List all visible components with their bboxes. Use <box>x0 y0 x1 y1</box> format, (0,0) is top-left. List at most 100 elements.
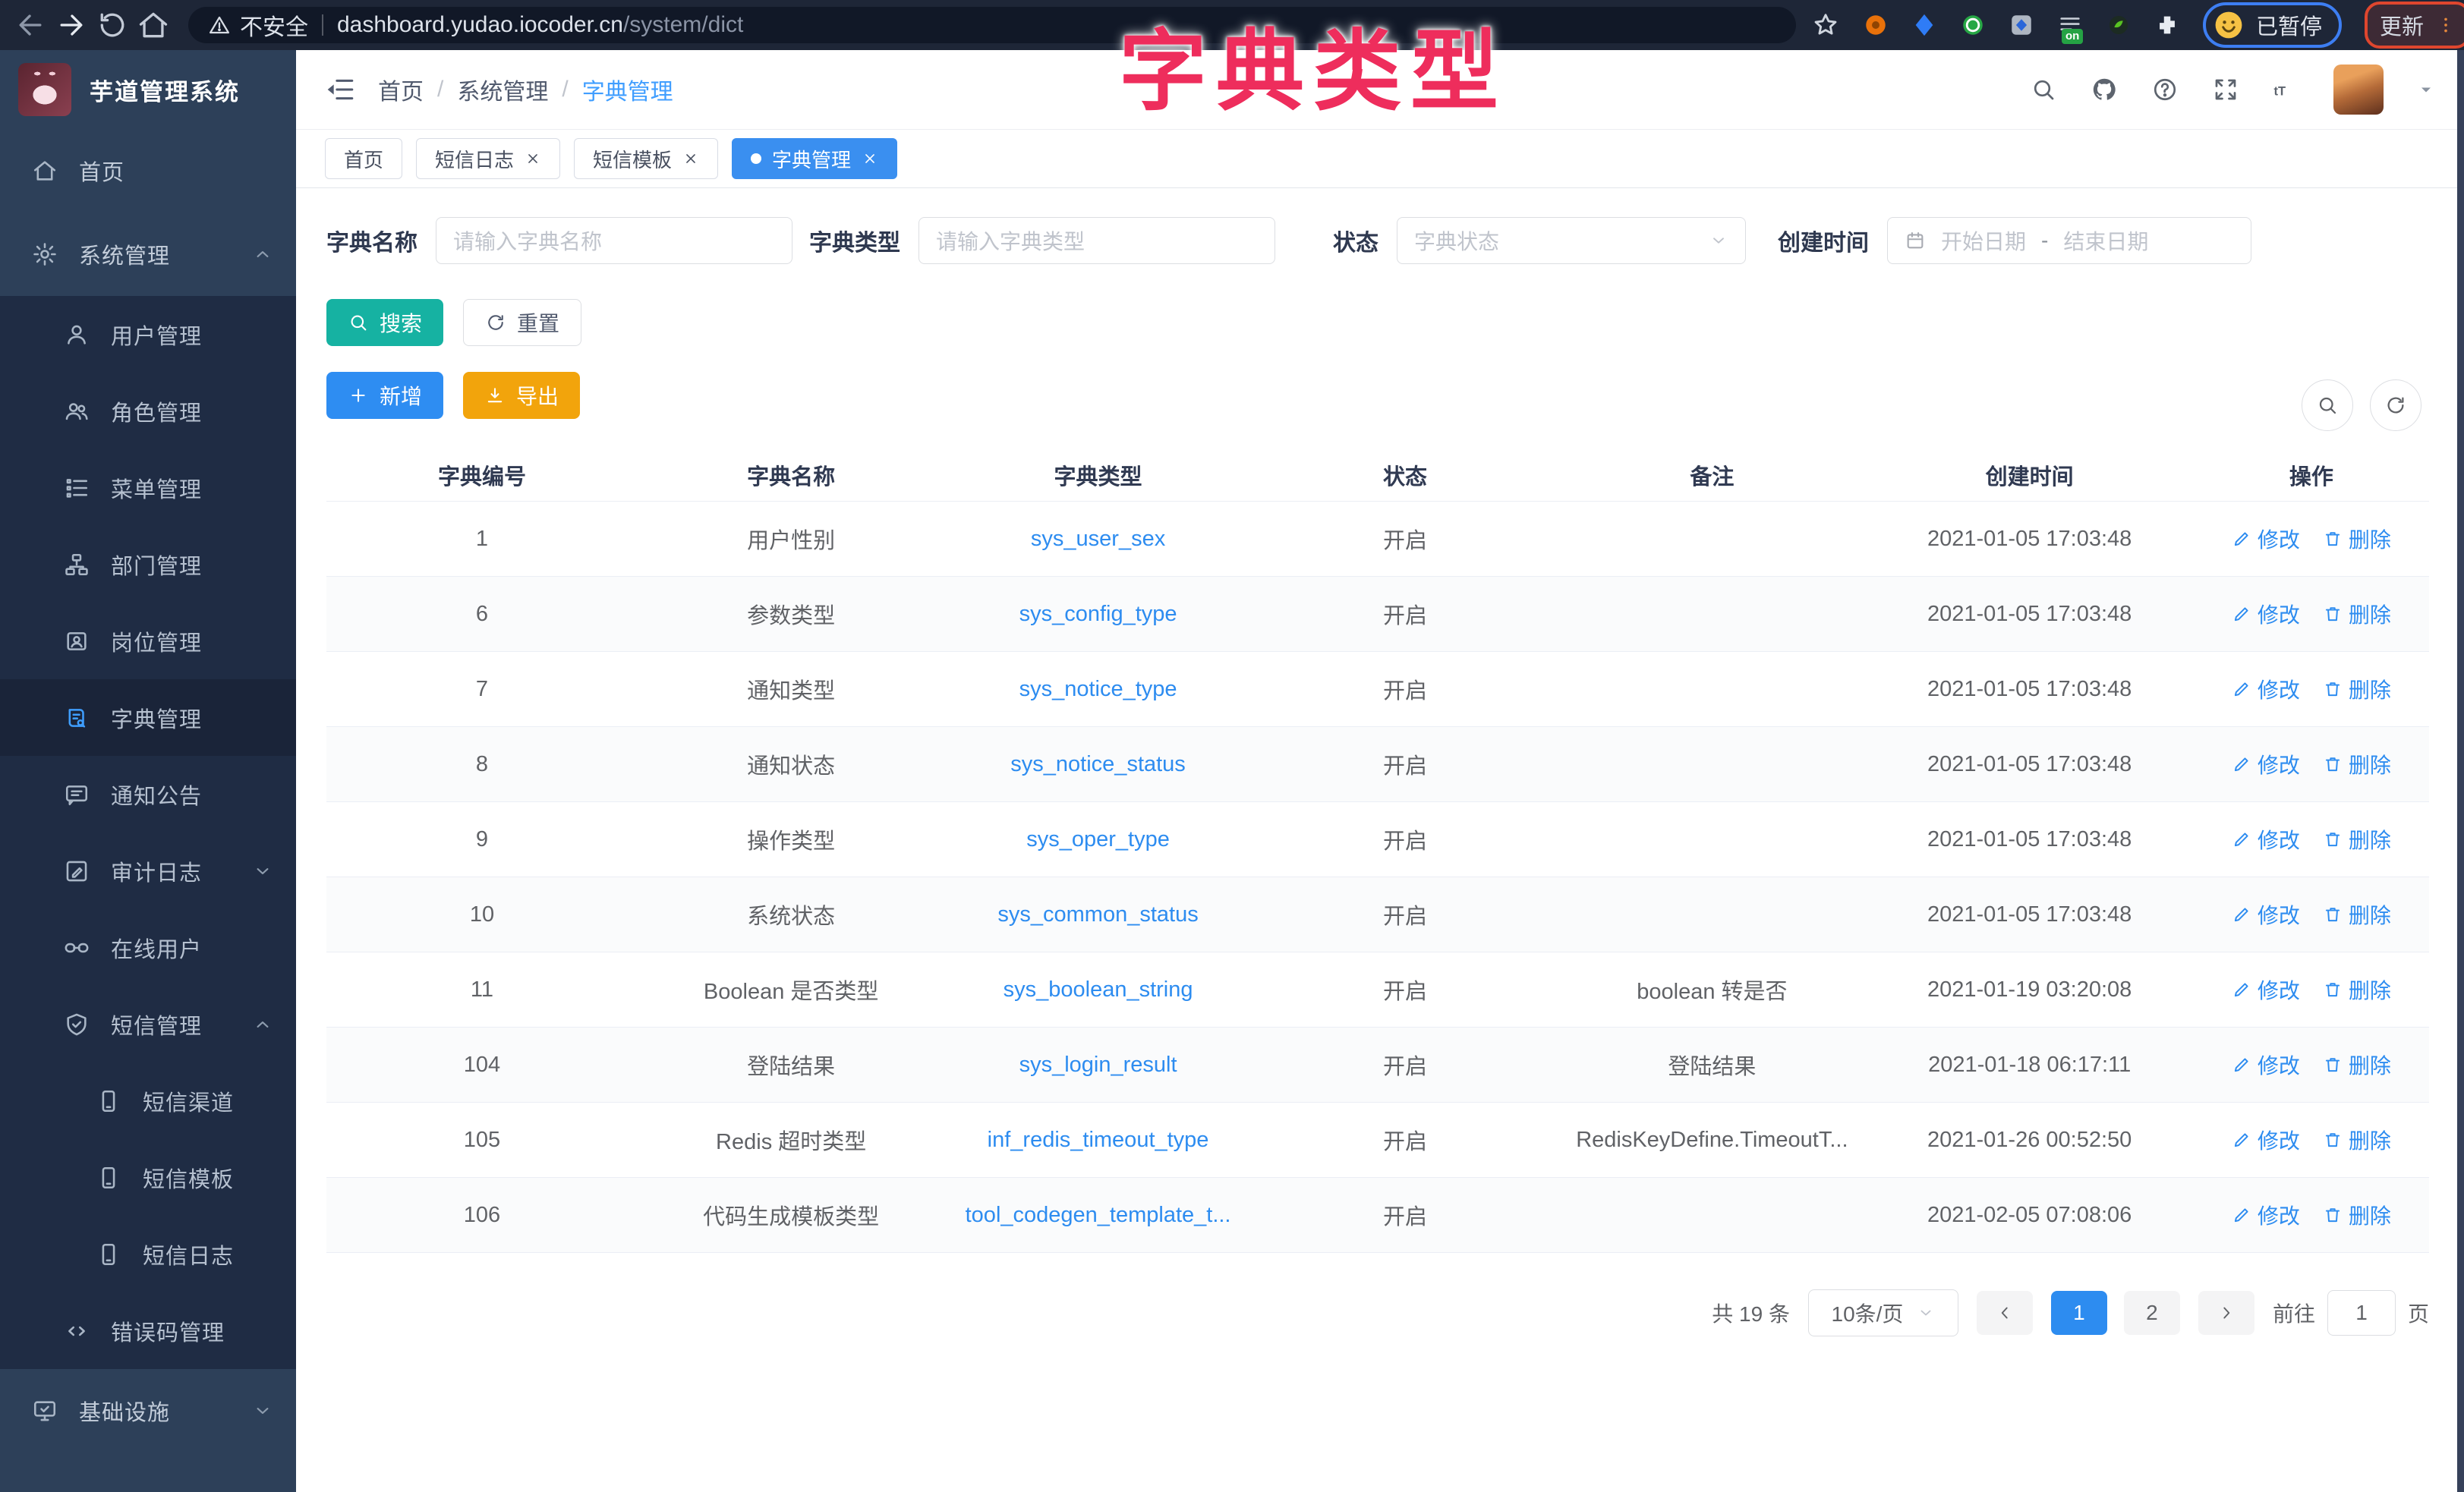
address-bar[interactable]: 不安全 dashboard.yudao.iocoder.cn/system/di… <box>188 7 1796 43</box>
browser-home-icon[interactable] <box>137 8 170 42</box>
sidebar-item-菜单管理[interactable]: 菜单管理 <box>0 449 296 526</box>
browser-profile-chip[interactable]: 已暂停 <box>2203 2 2342 48</box>
sidebar-item-在线用户[interactable]: 在线用户 <box>0 909 296 986</box>
chevron-right-icon <box>2217 1303 2236 1323</box>
sidebar-item-短信日志[interactable]: 短信日志 <box>0 1216 296 1292</box>
sidebar-item-首页[interactable]: 首页 <box>0 129 296 212</box>
sidebar-item-错误码管理[interactable]: 错误码管理 <box>0 1292 296 1369</box>
avatar-caret-icon[interactable] <box>2417 80 2435 99</box>
cell-name: 通知类型 <box>638 652 944 727</box>
edit-pencil-icon <box>2232 905 2251 924</box>
sidebar-item-角色管理[interactable]: 角色管理 <box>0 373 296 449</box>
browser-forward-icon[interactable] <box>55 8 88 42</box>
extension-list-icon[interactable]: on <box>2057 12 2083 38</box>
delete-link[interactable]: 删除 <box>2323 1050 2391 1080</box>
browser-back-icon[interactable] <box>14 8 47 42</box>
extension-green-icon[interactable] <box>1960 12 1986 38</box>
page-button-1[interactable]: 1 <box>2051 1291 2107 1335</box>
sidebar-logo[interactable]: 芋道管理系统 <box>0 50 296 129</box>
help-icon[interactable] <box>2151 76 2179 103</box>
bookmark-star-icon[interactable] <box>1811 11 1840 39</box>
sidebar-item-短信管理[interactable]: 短信管理 <box>0 986 296 1062</box>
prev-page-button[interactable] <box>1977 1291 2033 1335</box>
dict-type-link[interactable]: tool_codegen_template_t... <box>966 1203 1231 1227</box>
kebab-menu-icon[interactable] <box>2436 12 2456 38</box>
font-size-icon[interactable]: tT <box>2273 76 2300 103</box>
goto-page-input[interactable]: 1 <box>2327 1290 2396 1336</box>
fullscreen-icon[interactable] <box>2212 76 2239 103</box>
header-search-icon[interactable] <box>2030 76 2057 103</box>
delete-link[interactable]: 删除 <box>2323 1200 2391 1230</box>
tab-短信模板[interactable]: 短信模板 <box>574 138 718 179</box>
github-icon[interactable] <box>2091 76 2118 103</box>
dict-type-link[interactable]: sys_oper_type <box>1026 827 1170 851</box>
page-content: 字典名称 请输入字典名称 字典类型 请输入字典类型 状态 字典状态 创建时间 开… <box>296 188 2464 1492</box>
edit-link[interactable]: 修改 <box>2232 599 2300 629</box>
delete-link[interactable]: 删除 <box>2323 1125 2391 1155</box>
page-button-2[interactable]: 2 <box>2124 1291 2180 1335</box>
edit-link[interactable]: 修改 <box>2232 899 2300 930</box>
edit-link[interactable]: 修改 <box>2232 974 2300 1005</box>
tab-短信日志[interactable]: 短信日志 <box>416 138 560 179</box>
search-button[interactable]: 搜索 <box>326 299 443 346</box>
sidebar-item-字典管理[interactable]: 字典管理 <box>0 679 296 756</box>
next-page-button[interactable] <box>2198 1291 2254 1335</box>
dict-name-input[interactable]: 请输入字典名称 <box>436 217 792 264</box>
export-button[interactable]: 导出 <box>463 372 580 419</box>
sidebar-item-系统管理[interactable]: 系统管理 <box>0 212 296 296</box>
delete-link[interactable]: 删除 <box>2323 974 2391 1005</box>
extension-gem-icon[interactable] <box>1911 12 1937 38</box>
status-select[interactable]: 字典状态 <box>1397 217 1746 264</box>
date-range-input[interactable]: 开始日期 - 结束日期 <box>1887 217 2251 264</box>
dict-type-input[interactable]: 请输入字典类型 <box>918 217 1275 264</box>
tab-字典管理[interactable]: 字典管理 <box>732 138 897 179</box>
extension-leaf-icon[interactable] <box>2106 12 2132 38</box>
browser-update-button[interactable]: 更新 <box>2365 2 2464 49</box>
delete-link[interactable]: 删除 <box>2323 599 2391 629</box>
sidebar-collapse-icon[interactable] <box>325 74 355 105</box>
browser-reload-icon[interactable] <box>96 8 129 42</box>
dict-type-link[interactable]: sys_config_type <box>1019 602 1177 626</box>
reset-button[interactable]: 重置 <box>463 299 581 346</box>
sidebar-item-审计日志[interactable]: 审计日志 <box>0 833 296 909</box>
delete-label: 删除 <box>2349 1125 2391 1155</box>
extension-puzzle-icon[interactable] <box>2154 12 2180 38</box>
dict-type-link[interactable]: sys_common_status <box>997 902 1198 927</box>
edit-link[interactable]: 修改 <box>2232 824 2300 855</box>
dict-type-link[interactable]: sys_notice_type <box>1019 677 1177 701</box>
show-search-button[interactable] <box>2302 379 2353 431</box>
refresh-table-button[interactable] <box>2370 379 2421 431</box>
sidebar-item-短信渠道[interactable]: 短信渠道 <box>0 1062 296 1139</box>
edit-label: 修改 <box>2258 899 2300 930</box>
delete-link[interactable]: 删除 <box>2323 824 2391 855</box>
breadcrumb-home[interactable]: 首页 <box>378 73 424 106</box>
delete-link[interactable]: 删除 <box>2323 524 2391 554</box>
sidebar-item-岗位管理[interactable]: 岗位管理 <box>0 603 296 679</box>
sidebar-item-短信模板[interactable]: 短信模板 <box>0 1139 296 1216</box>
page-size-select[interactable]: 10条/页 <box>1808 1289 1958 1336</box>
delete-link[interactable]: 删除 <box>2323 674 2391 704</box>
edit-link[interactable]: 修改 <box>2232 1050 2300 1080</box>
sidebar-item-基础设施[interactable]: 基础设施 <box>0 1369 296 1453</box>
edit-link[interactable]: 修改 <box>2232 749 2300 779</box>
edit-link[interactable]: 修改 <box>2232 1200 2300 1230</box>
extension-diamond-icon[interactable] <box>2009 12 2034 38</box>
dict-type-link[interactable]: inf_redis_timeout_type <box>988 1128 1209 1152</box>
add-button[interactable]: 新增 <box>326 372 443 419</box>
user-avatar[interactable] <box>2333 65 2384 115</box>
sidebar-item-通知公告[interactable]: 通知公告 <box>0 756 296 833</box>
dict-type-link[interactable]: sys_user_sex <box>1031 527 1165 551</box>
sidebar-item-用户管理[interactable]: 用户管理 <box>0 296 296 373</box>
edit-link[interactable]: 修改 <box>2232 674 2300 704</box>
tab-首页[interactable]: 首页 <box>325 138 402 179</box>
delete-link[interactable]: 删除 <box>2323 749 2391 779</box>
edit-link[interactable]: 修改 <box>2232 1125 2300 1155</box>
dict-type-link[interactable]: sys_login_result <box>1019 1053 1177 1077</box>
extension-orange-icon[interactable] <box>1863 12 1889 38</box>
dict-type-link[interactable]: sys_boolean_string <box>1004 977 1193 1002</box>
sidebar-item-部门管理[interactable]: 部门管理 <box>0 526 296 603</box>
edit-link[interactable]: 修改 <box>2232 524 2300 554</box>
dict-type-link[interactable]: sys_notice_status <box>1010 752 1186 776</box>
breadcrumb-system[interactable]: 系统管理 <box>457 73 548 106</box>
delete-link[interactable]: 删除 <box>2323 899 2391 930</box>
